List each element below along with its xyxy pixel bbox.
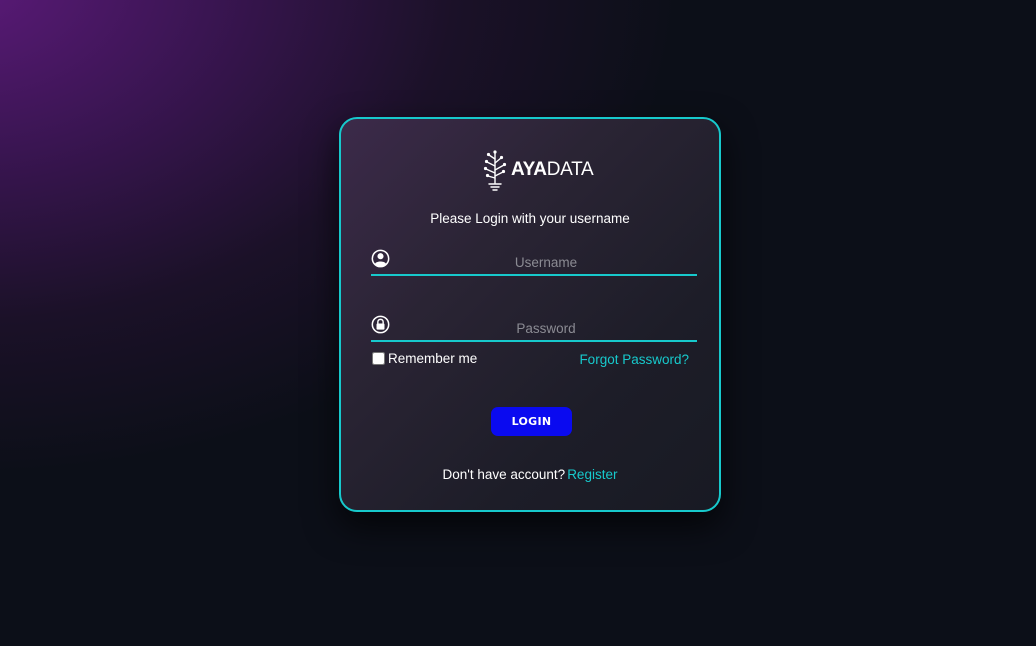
password-input[interactable]	[395, 318, 697, 338]
remember-me-checkbox[interactable]	[372, 352, 385, 365]
username-input[interactable]	[395, 252, 697, 272]
user-circle-icon	[371, 249, 390, 268]
password-field	[371, 312, 697, 342]
remember-me-label: Remember me	[388, 351, 478, 366]
lock-circle-icon	[371, 315, 390, 334]
tree-circuit-icon	[483, 150, 507, 191]
brand-wordmark: AYADATA	[511, 159, 594, 180]
brand-logo: AYADATA	[481, 149, 594, 191]
remember-me[interactable]: Remember me	[371, 351, 477, 366]
username-field	[371, 246, 697, 276]
register-link[interactable]: Register	[567, 467, 617, 482]
register-prompt: Don't have account? Register	[341, 467, 719, 482]
login-card: AYADATA Please Login with your username …	[339, 117, 721, 512]
login-subtitle: Please Login with your username	[430, 211, 630, 226]
forgot-password-link[interactable]: Forgot Password?	[579, 352, 689, 367]
login-button[interactable]: LOGIN	[491, 407, 572, 436]
register-prompt-text: Don't have account?	[442, 467, 566, 482]
